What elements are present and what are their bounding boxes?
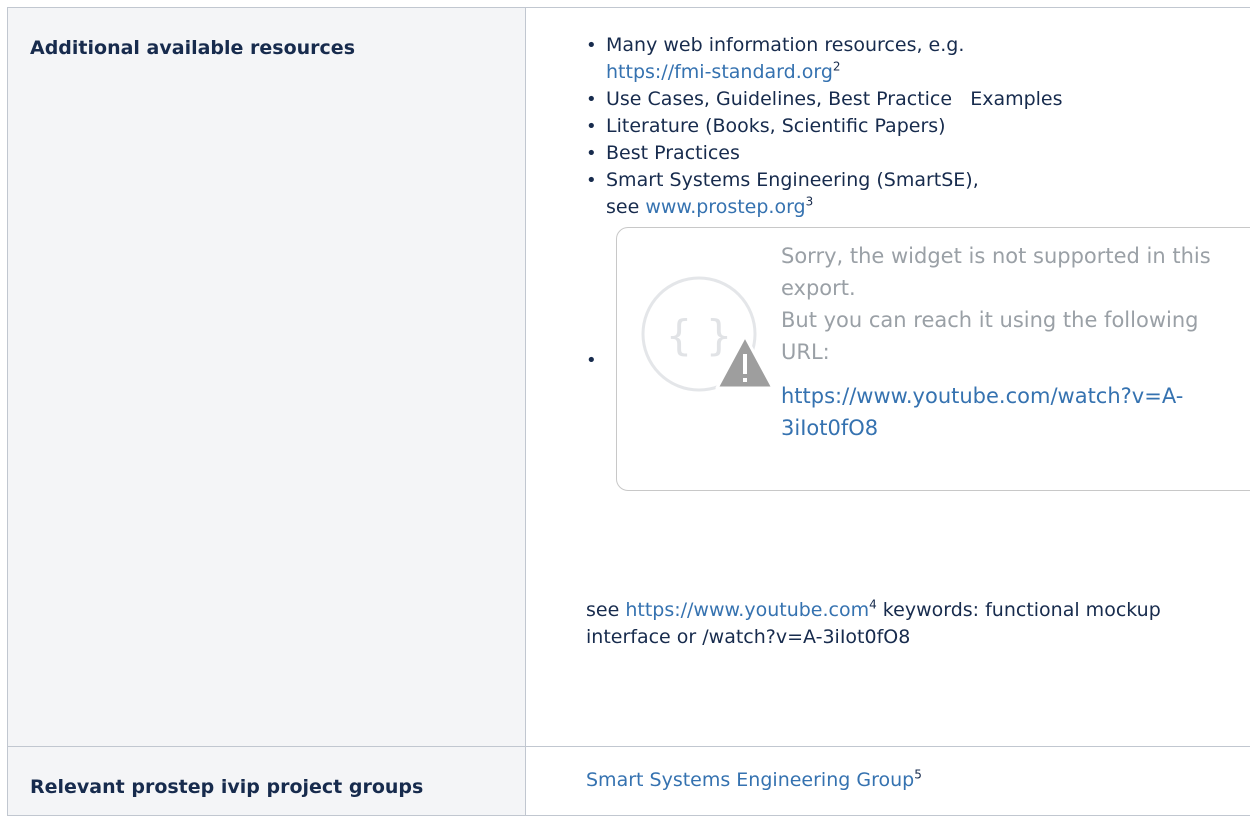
youtube-watch-link[interactable]: https://www.youtube.com/watch?v=A-3iIot0… <box>781 380 1241 444</box>
row-header-cell: Additional available resources <box>8 8 526 747</box>
row-header-label: Relevant prostep ivip project groups <box>8 747 525 801</box>
footnote-ref: 4 <box>869 598 877 612</box>
bullet-icon: • <box>586 32 597 59</box>
bullet-icon: • <box>586 140 597 167</box>
widget-message-line: But you can reach it using the following… <box>781 304 1241 368</box>
footnote-ref: 2 <box>833 60 841 74</box>
footnote-ref: 3 <box>806 195 814 209</box>
bullet-icon: • <box>586 347 597 374</box>
list-item: • Use Cases, Guidelines, Best Practice E… <box>586 86 1250 113</box>
smart-systems-group-link[interactable]: Smart Systems Engineering Group <box>586 769 914 791</box>
widget-message: Sorry, the widget is not supported in th… <box>781 240 1241 444</box>
row-header-label: Additional available resources <box>8 8 525 62</box>
list-item-text: Smart Systems Engineering (SmartSE), <box>606 169 979 191</box>
widget-message-line: Sorry, the widget is not supported in th… <box>781 240 1241 304</box>
list-item: • Smart Systems Engineering (SmartSE), s… <box>586 167 1250 221</box>
fmi-standard-link[interactable]: https://fmi-standard.org <box>606 61 833 83</box>
table-row: Relevant prostep ivip project groups Sma… <box>8 747 1250 816</box>
bullet-icon: • <box>586 86 597 113</box>
see-youtube-text: see https://www.youtube.com4 keywords: f… <box>586 597 1186 651</box>
list-item: • Best Practices <box>586 140 1250 167</box>
resources-table: Additional available resources • Many we… <box>7 7 1250 816</box>
project-groups-cell: Smart Systems Engineering Group5 <box>526 747 1250 816</box>
prostep-link[interactable]: www.prostep.org <box>645 196 805 218</box>
list-item-text: Literature (Books, Scientific Papers) <box>606 115 946 137</box>
list-item: • Literature (Books, Scientific Papers) <box>586 113 1250 140</box>
see-prefix: see <box>606 196 645 218</box>
list-item: • Many web information resources, e.g. h… <box>586 32 1250 86</box>
svg-text:{ }: { } <box>666 311 733 360</box>
footnote-ref: 5 <box>914 768 922 782</box>
table-row: Additional available resources • Many we… <box>8 8 1250 747</box>
list-item-text: Best Practices <box>606 142 740 164</box>
row-header-cell: Relevant prostep ivip project groups <box>8 747 526 816</box>
bullet-icon: • <box>586 113 597 140</box>
youtube-link[interactable]: https://www.youtube.com <box>625 599 869 621</box>
see-prefix: see <box>586 599 625 621</box>
list-item-text: Many web information resources, e.g. <box>606 34 964 56</box>
widget-list-item: • { } Sorry, the widget is not supported… <box>586 227 1250 493</box>
unsupported-widget-box: { } Sorry, the widget is not supported i… <box>616 227 1250 491</box>
code-braces-warning-icon: { } <box>639 274 787 404</box>
resources-list: • Many web information resources, e.g. h… <box>526 8 1250 493</box>
list-item-text: Use Cases, Guidelines, Best Practice Exa… <box>606 88 1063 110</box>
resources-cell: • Many web information resources, e.g. h… <box>526 8 1250 747</box>
project-group-entry: Smart Systems Engineering Group5 <box>526 747 1250 794</box>
bullet-icon: • <box>586 167 597 194</box>
